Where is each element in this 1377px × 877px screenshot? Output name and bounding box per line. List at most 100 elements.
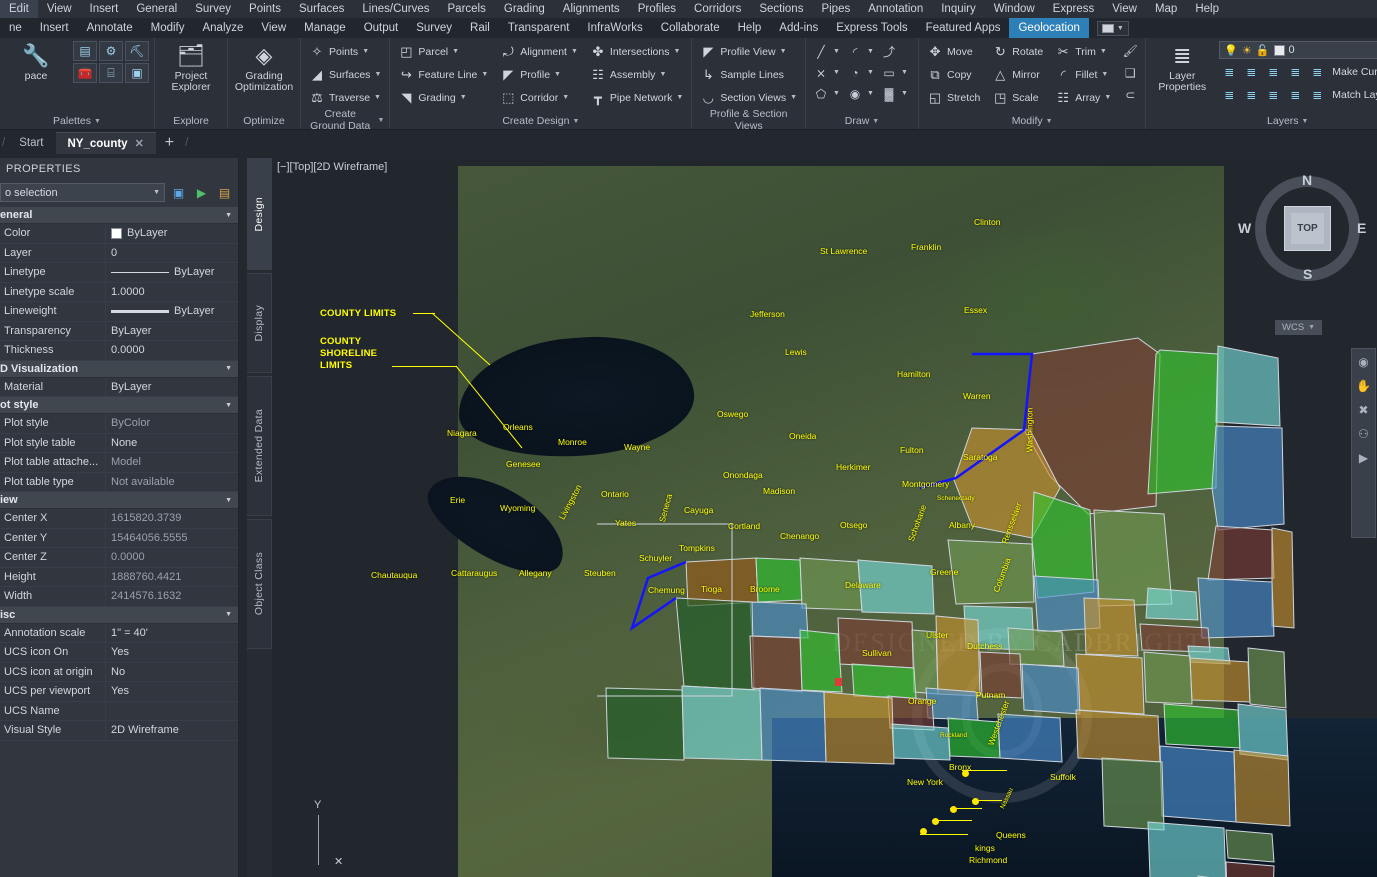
property-value[interactable]: 0.0000 xyxy=(105,548,238,567)
button-profile-view[interactable]: ◤ Profile View ▼ xyxy=(697,41,800,62)
ribbon-tab-rail[interactable]: Rail xyxy=(461,18,499,38)
button-alignment[interactable]: ⤾ Alignment ▼ xyxy=(497,41,581,62)
county-polygon[interactable] xyxy=(1189,657,1251,703)
ribbon-tab-view[interactable]: View xyxy=(252,18,295,38)
compass-south-label[interactable]: S xyxy=(1303,266,1312,282)
survey-icon[interactable]: ⛏ xyxy=(125,41,149,61)
property-value[interactable]: Yes xyxy=(105,682,238,701)
property-group-eneral[interactable]: eneral ▼ xyxy=(0,207,238,224)
layer-dropdown[interactable]: 💡☀🔓0▼ xyxy=(1219,41,1377,59)
ribbon-tab-ne[interactable]: ne xyxy=(0,18,31,38)
layer-make-current-icon[interactable]: ≣ xyxy=(1307,62,1327,82)
palette-tab-design[interactable]: Design xyxy=(247,158,272,270)
button-mirror[interactable]: △ Mirror xyxy=(989,64,1046,85)
button-corridor[interactable]: ⬚ Corridor ▼ xyxy=(497,87,581,108)
button-project-explorer[interactable]: 🗂 Project Explorer xyxy=(160,41,222,93)
file-tab-ny-county[interactable]: NY_county ✕ xyxy=(55,132,156,154)
button-sample-lines[interactable]: ↳ Sample Lines xyxy=(697,64,800,85)
file-tab-start[interactable]: Start xyxy=(7,132,55,154)
menu-item-insert[interactable]: Insert xyxy=(81,0,128,18)
lightbulb-icon[interactable]: 💡 xyxy=(1224,44,1238,57)
ribbon-tab-featured-apps[interactable]: Featured Apps xyxy=(917,18,1010,38)
property-group-isc[interactable]: isc ▼ xyxy=(0,606,238,624)
menu-item-window[interactable]: Window xyxy=(985,0,1044,18)
property-value[interactable]: ByLayer xyxy=(105,263,238,282)
button-rotate[interactable]: ↻ Rotate xyxy=(989,41,1046,62)
compass-east-label[interactable]: E xyxy=(1357,220,1366,236)
orbit-icon[interactable]: ⚇ xyxy=(1358,427,1369,441)
polygon-icon[interactable]: ⬠ xyxy=(811,84,831,104)
county-polygon[interactable] xyxy=(851,663,917,699)
arc-icon[interactable]: ◜ xyxy=(845,42,865,62)
ribbon-tab-transparent[interactable]: Transparent xyxy=(499,18,579,38)
county-polygon[interactable] xyxy=(1147,349,1219,495)
circle-icon[interactable]: ◔ xyxy=(845,63,865,83)
county-polygon[interactable] xyxy=(1075,709,1161,763)
chevron-down-icon[interactable]: ▼ xyxy=(225,497,232,504)
button-array[interactable]: ☷ Array ▼ xyxy=(1052,87,1114,108)
ribbon-tab-help[interactable]: Help xyxy=(729,18,771,38)
layer-freeze-icon[interactable]: ≣ xyxy=(1241,62,1261,82)
county-polygon[interactable] xyxy=(1147,821,1227,877)
menu-item-sections[interactable]: Sections xyxy=(750,0,812,18)
county-polygon[interactable] xyxy=(749,601,809,639)
county-polygon[interactable] xyxy=(1271,527,1295,629)
button-parcel[interactable]: ◰ Parcel ▼ xyxy=(395,41,491,62)
offset-icon[interactable]: ⊂ xyxy=(1120,85,1140,105)
menu-item-view[interactable]: View xyxy=(38,0,81,18)
menu-item-points[interactable]: Points xyxy=(240,0,290,18)
menu-item-help[interactable]: Help xyxy=(1186,0,1228,18)
button-layer-properties[interactable]: ≣ Layer Properties xyxy=(1151,41,1213,93)
menu-item-alignments[interactable]: Alignments xyxy=(554,0,629,18)
button-stretch[interactable]: ◱ Stretch xyxy=(924,87,983,108)
county-polygon[interactable] xyxy=(1225,861,1275,877)
property-value[interactable]: 15464056.5555 xyxy=(105,528,238,547)
property-value[interactable]: 0 xyxy=(105,243,238,262)
drawing-viewport[interactable]: [−][Top][2D Wireframe] DESIGNED BY CADBR… xyxy=(272,158,1377,877)
menu-item-surfaces[interactable]: Surfaces xyxy=(290,0,353,18)
county-polygon[interactable] xyxy=(681,685,763,761)
county-polygon[interactable] xyxy=(1215,345,1281,427)
county-polygon[interactable] xyxy=(1197,577,1275,639)
menu-item-general[interactable]: General xyxy=(127,0,186,18)
menu-item-profiles[interactable]: Profiles xyxy=(629,0,685,18)
ribbon-tab-output[interactable]: Output xyxy=(355,18,408,38)
ribbon-tab-survey[interactable]: Survey xyxy=(407,18,461,38)
calculator-icon[interactable]: ⌸ xyxy=(99,63,123,83)
layer-unlock-icon[interactable]: ≣ xyxy=(1285,85,1305,105)
settings-icon[interactable]: ⚙ xyxy=(99,41,123,61)
ribbon-tab-add-ins[interactable]: Add-ins xyxy=(770,18,827,38)
ribbon-tab-geolocation[interactable]: Geolocation xyxy=(1009,18,1089,38)
chevron-down-icon[interactable]: ▼ xyxy=(225,365,232,372)
layer-unisolate-icon[interactable]: ≣ xyxy=(1219,85,1239,105)
layer-isolate-icon[interactable]: ≣ xyxy=(1219,62,1239,82)
menu-item-lines-curves[interactable]: Lines/Curves xyxy=(353,0,438,18)
county-polygon[interactable] xyxy=(1075,653,1145,715)
menu-item-express[interactable]: Express xyxy=(1044,0,1104,18)
menu-item-inquiry[interactable]: Inquiry xyxy=(932,0,985,18)
ribbon-tab-annotate[interactable]: Annotate xyxy=(78,18,142,38)
ellipse-icon[interactable]: ◉ xyxy=(845,84,865,104)
county-polygon[interactable] xyxy=(1247,647,1287,709)
property-value[interactable]: ByColor xyxy=(105,414,238,433)
property-group-ot-style[interactable]: ot style ▼ xyxy=(0,397,238,414)
menu-item-pipes[interactable]: Pipes xyxy=(812,0,859,18)
county-polygon[interactable] xyxy=(1101,757,1165,831)
property-value[interactable]: ByLayer xyxy=(105,321,238,340)
property-value[interactable]: 1888760.4421 xyxy=(105,567,238,586)
toolspace-icon[interactable]: ▤ xyxy=(73,41,97,61)
county-polygon[interactable] xyxy=(605,687,685,761)
unlock-icon[interactable]: 🔓 xyxy=(1256,44,1270,57)
county-polygon[interactable] xyxy=(891,723,951,761)
property-value[interactable]: 2D Wireframe xyxy=(105,721,238,740)
layer-on-icon[interactable]: ≣ xyxy=(1263,85,1283,105)
county-polygon[interactable] xyxy=(1021,663,1081,715)
button-pace[interactable]: 🔧 pace xyxy=(5,41,67,82)
ribbon-tab-insert[interactable]: Insert xyxy=(31,18,78,38)
hatch-icon[interactable]: ▓ xyxy=(879,84,899,104)
menu-item-corridors[interactable]: Corridors xyxy=(685,0,750,18)
button-points[interactable]: ✧ Points ▼ xyxy=(306,41,384,62)
county-polygon[interactable] xyxy=(935,615,981,697)
property-value[interactable]: 1.0000 xyxy=(105,282,238,301)
county-polygon[interactable] xyxy=(1159,745,1237,823)
